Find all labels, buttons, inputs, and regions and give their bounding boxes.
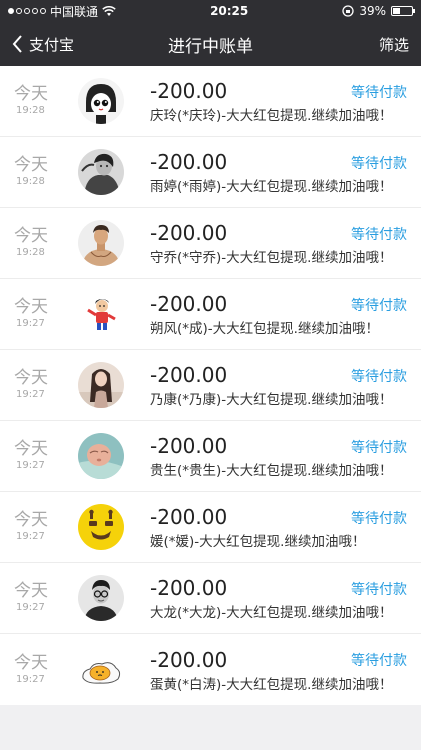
bill-row[interactable]: 今天 19:28 -200.00 雨婷(*雨婷)-大大红包提现.继续加油哦！ 等… [0,137,421,208]
bill-date: 今天 19:28 [0,155,64,189]
bill-date: 今天 19:27 [0,297,64,331]
battery-icon [390,6,415,16]
bill-time: 19:27 [16,460,45,471]
bill-date: 今天 19:28 [0,84,64,118]
carrier-label: 中国联通 [50,4,99,19]
egg-yolk-avatar [78,646,124,693]
bill-list: 今天 19:28 -200.00 庆玲(*庆玲)-大大红包提现.继续加油哦！ 等… [0,66,421,705]
bill-date: 今天 19:27 [0,368,64,402]
bill-time: 19:27 [16,531,45,542]
bill-row[interactable]: 今天 19:27 -200.00 贵生(*贵生)-大大红包提现.继续加油哦！ 等… [0,421,421,492]
bill-day: 今天 [14,84,48,104]
bill-day: 今天 [14,155,48,175]
woman-bw-avatar [78,149,124,195]
battery-fill [392,8,400,14]
status-badge: 等待付款 [351,511,407,527]
bill-description: 庆玲(*庆玲)-大大红包提现.继续加油哦！ [150,108,393,124]
clock: 20:25 [210,4,249,18]
wifi-icon [102,5,116,16]
bill-day: 今天 [14,652,48,673]
bill-row[interactable]: 今天 19:27 -200.00 乃康(*乃康)-大大红包提现.继续加油哦！ 等… [0,350,421,421]
bill-time: 19:27 [16,602,45,613]
status-badge: 等待付款 [351,653,407,669]
bill-time: 19:27 [16,389,45,400]
bill-day: 今天 [14,581,48,601]
bill-description: 贵生(*贵生)-大大红包提现.继续加油哦！ [150,463,393,479]
status-bar-left: 中国联通 [8,3,116,20]
rotation-lock-icon [342,5,354,17]
bill-time: 19:28 [16,105,45,116]
bill-description: 媛(*媛)-大大红包提现.继续加油哦！ [150,534,366,550]
signal-icon [8,8,46,14]
bill-row[interactable]: 今天 19:27 -200.00 蛋黄(*白涛)-大大红包提现.继续加油哦！ 等… [0,634,421,705]
bill-day: 今天 [14,297,48,317]
bill-time: 19:28 [16,247,45,258]
bill-row[interactable]: 今天 19:27 -200.00 大龙(*大龙)-大大红包提现.继续加油哦！ 等… [0,563,421,634]
bill-date: 今天 19:27 [0,510,64,544]
back-label: 支付宝 [29,35,75,54]
bill-description: 雨婷(*雨婷)-大大红包提现.继续加油哦！ [150,179,393,195]
bill-time: 19:28 [16,176,45,187]
giraffe-avatar [78,504,124,550]
bill-row[interactable]: 今天 19:28 -200.00 守乔(*守乔)-大大红包提现.继续加油哦！ 等… [0,208,421,279]
status-badge: 等待付款 [351,85,407,101]
bill-day: 今天 [14,368,48,388]
baby-avatar [78,433,124,479]
status-badge: 等待付款 [351,156,407,172]
bill-description: 大龙(*大龙)-大大红包提现.继续加油哦！ [150,605,393,621]
bill-day: 今天 [14,226,48,246]
chevron-left-icon [12,35,22,53]
status-bar-right: 39% [342,4,415,18]
bill-row[interactable]: 今天 19:28 -200.00 庆玲(*庆玲)-大大红包提现.继续加油哦！ 等… [0,66,421,137]
status-bar: 中国联通 20:25 39% [0,0,421,22]
nav-bar: 支付宝 进行中账单 筛选 [0,22,421,66]
battery-percent: 39% [359,4,386,18]
bill-row[interactable]: 今天 19:27 -200.00 朔风(*成)-大大红包提现.继续加油哦！ 等待… [0,279,421,350]
bill-description: 朔风(*成)-大大红包提现.继续加油哦！ [150,321,379,337]
man-glasses-avatar [78,575,124,621]
bill-description: 乃康(*乃康)-大大红包提现.继续加油哦！ [150,392,393,408]
bill-date: 今天 19:27 [0,439,64,473]
girl-cartoon-avatar [78,78,124,124]
bill-date: 今天 19:27 [0,653,64,687]
bill-description: 蛋黄(*白涛)-大大红包提现.继续加油哦！ [150,676,393,693]
bill-date: 今天 19:27 [0,581,64,615]
back-button[interactable]: 支付宝 [12,34,74,55]
bill-date: 今天 19:28 [0,226,64,260]
status-badge: 等待付款 [351,582,407,598]
bill-time: 19:27 [16,673,45,685]
cartoon-figure-avatar [78,291,124,337]
man-avatar [78,220,124,266]
bill-time: 19:27 [16,318,45,329]
status-badge: 等待付款 [351,227,407,243]
status-badge: 等待付款 [351,440,407,456]
bill-day: 今天 [14,510,48,530]
bill-row[interactable]: 今天 19:27 -200.00 媛(*媛)-大大红包提现.继续加油哦！ 等待付… [0,492,421,563]
bill-description: 守乔(*守乔)-大大红包提现.继续加油哦！ [150,250,393,266]
status-badge: 等待付款 [351,298,407,314]
bill-day: 今天 [14,439,48,459]
footer [0,705,421,744]
long-hair-avatar [78,362,124,408]
status-badge: 等待付款 [351,369,407,385]
filter-button[interactable]: 筛选 [379,34,409,55]
